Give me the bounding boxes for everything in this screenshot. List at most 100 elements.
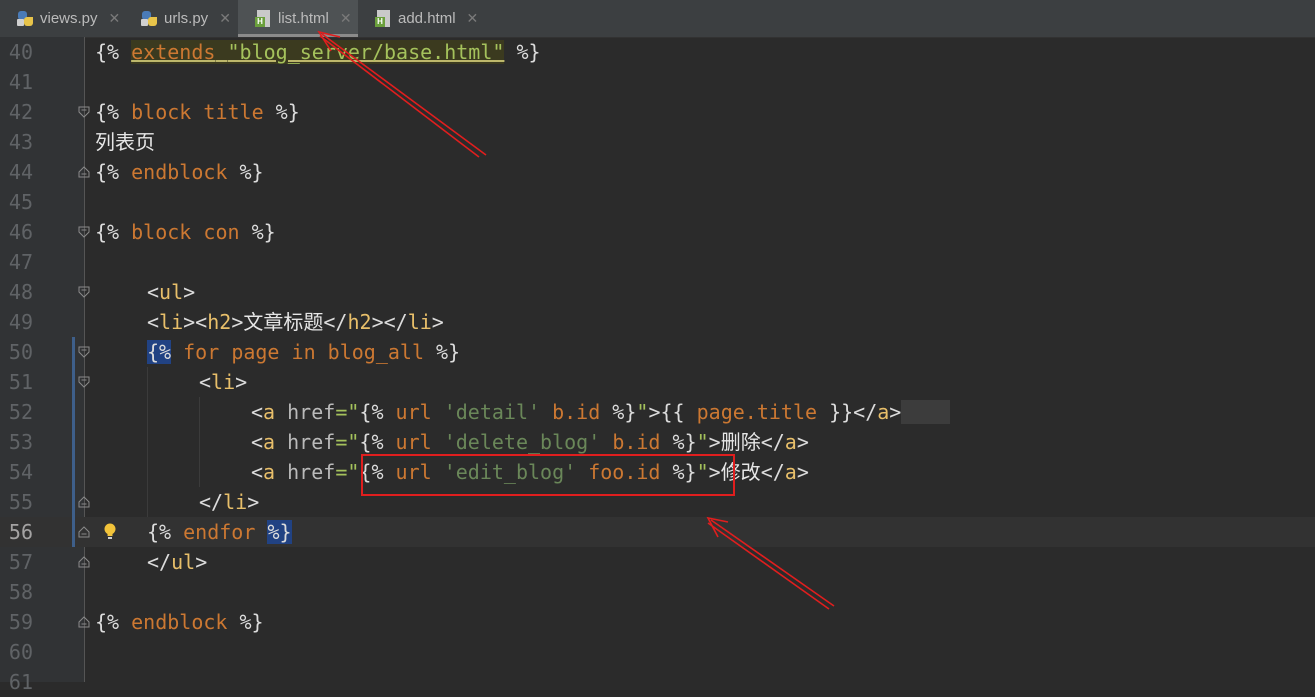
code-text[interactable]: {% block title %} <box>95 97 300 127</box>
code-token: {% <box>95 100 120 124</box>
code-token: %} <box>660 460 697 484</box>
code-text[interactable]: <a href="{% url 'detail' b.id %}">{{ pag… <box>251 397 950 427</box>
code-text[interactable]: <ul> <box>147 277 195 307</box>
fold-toggle-icon[interactable] <box>78 526 90 538</box>
line-number: 43 <box>8 130 33 154</box>
code-line[interactable]: 45 <box>0 187 1315 217</box>
code-token: li <box>223 490 248 514</box>
fold-toggle-icon[interactable] <box>78 616 90 628</box>
fold-toggle-icon[interactable] <box>78 286 90 298</box>
code-token: > <box>431 310 444 334</box>
fold-toggle-icon[interactable] <box>78 346 90 358</box>
code-token: {% <box>147 340 172 364</box>
intention-bulb-icon[interactable] <box>103 522 117 542</box>
tab-label: views.py <box>40 10 98 27</box>
tab-views-py[interactable]: views.py ✕ <box>0 0 124 37</box>
code-token: url <box>395 430 432 454</box>
close-icon[interactable]: ✕ <box>219 10 231 27</box>
fold-toggle-icon[interactable] <box>78 556 90 568</box>
code-text[interactable]: <a href="{% url 'delete_blog' b.id %}">删… <box>251 427 809 457</box>
code-line[interactable]: 55 </li> <box>0 487 1315 517</box>
html-file-icon: H <box>375 10 392 27</box>
code-token: h2 <box>207 310 232 334</box>
code-text[interactable]: {% endblock %} <box>95 607 264 637</box>
code-line[interactable]: 60 <box>0 637 1315 667</box>
code-token: < <box>147 310 160 334</box>
code-line[interactable]: 59 {% endblock %} <box>0 607 1315 637</box>
code-text[interactable]: <li><h2>文章标题</h2></li> <box>147 307 444 337</box>
code-line[interactable]: 51 <li> <box>0 367 1315 397</box>
code-token: < <box>251 460 264 484</box>
code-token: %} <box>424 340 461 364</box>
code-line[interactable]: 47 <box>0 247 1315 277</box>
fold-toggle-icon[interactable] <box>78 166 90 178</box>
tab-urls-py[interactable]: urls.py ✕ <box>124 0 238 37</box>
code-token: </ <box>147 550 172 574</box>
code-token: =" <box>335 430 360 454</box>
code-line[interactable]: 44 {% endblock %} <box>0 157 1315 187</box>
tab-list-html[interactable]: H list.html ✕ <box>238 0 358 37</box>
code-line[interactable]: 58 <box>0 577 1315 607</box>
close-icon[interactable]: ✕ <box>109 10 121 27</box>
tab-label: add.html <box>398 10 456 27</box>
code-line[interactable]: 41 <box>0 67 1315 97</box>
code-line[interactable]: 43 列表页 <box>0 127 1315 157</box>
code-line[interactable]: 49 <li><h2>文章标题</h2></li> <box>0 307 1315 337</box>
code-token: =" <box>335 400 360 424</box>
code-text[interactable]: </li> <box>199 487 259 517</box>
code-token: url <box>395 460 432 484</box>
code-editor[interactable]: 40 {% extends "blog_server/base.html" %} 4… <box>0 37 1315 694</box>
code-line[interactable]: 56 {% endfor %} <box>0 517 1315 547</box>
line-number: 55 <box>8 490 33 514</box>
code-token: %} <box>263 100 300 124</box>
code-line[interactable]: 50 {% for page in blog_all %} <box>0 337 1315 367</box>
code-token: </ <box>760 460 785 484</box>
code-token: 修改 <box>720 460 761 484</box>
code-text[interactable]: {% for page in blog_all %} <box>147 337 460 367</box>
code-line[interactable]: 57 </ul> <box>0 547 1315 577</box>
close-icon[interactable]: ✕ <box>340 10 352 27</box>
close-icon[interactable]: ✕ <box>467 10 479 27</box>
code-text[interactable]: <li> <box>199 367 247 397</box>
code-token: > <box>247 490 260 514</box>
code-token: %} <box>504 40 541 64</box>
code-token: > <box>889 400 902 424</box>
code-text[interactable]: </ul> <box>147 547 207 577</box>
code-text[interactable]: {% endblock %} <box>95 157 264 187</box>
line-number: 54 <box>8 460 33 484</box>
code-text[interactable]: 列表页 <box>95 127 155 157</box>
code-line[interactable]: 52 <a href="{% url 'detail' b.id %}">{{ p… <box>0 397 1315 427</box>
code-text[interactable]: {% endfor %} <box>147 517 292 547</box>
code-line[interactable]: 53 <a href="{% url 'delete_blog' b.id %}"… <box>0 427 1315 457</box>
line-number: 56 <box>8 520 33 544</box>
code-token: blog_all <box>327 340 424 364</box>
code-token: 列表页 <box>95 130 155 154</box>
code-line[interactable]: 40 {% extends "blog_server/base.html" %} <box>0 37 1315 67</box>
code-text[interactable]: {% extends "blog_server/base.html" %} <box>95 37 541 67</box>
code-token: " <box>696 460 709 484</box>
code-text[interactable]: <a href="{% url 'edit_blog' foo.id %}">修… <box>251 457 809 487</box>
vcs-change-marker[interactable] <box>72 337 75 547</box>
fold-toggle-icon[interactable] <box>78 376 90 388</box>
code-text[interactable]: {% block con %} <box>95 217 276 247</box>
tab-add-html[interactable]: H add.html ✕ <box>358 0 483 37</box>
code-token: extends <box>131 40 216 64</box>
code-line[interactable]: 42 {% block title %} <box>0 97 1315 127</box>
code-token: </ <box>323 310 348 334</box>
code-line[interactable]: 54 <a href="{% url 'edit_blog' foo.id %}"… <box>0 457 1315 487</box>
line-number: 51 <box>8 370 33 394</box>
code-token: li <box>159 310 184 334</box>
code-token: ul <box>171 550 196 574</box>
fold-toggle-icon[interactable] <box>78 226 90 238</box>
code-line[interactable]: 46 {% block con %} <box>0 217 1315 247</box>
code-line[interactable]: 61 <box>0 667 1315 697</box>
line-number: 48 <box>8 280 33 304</box>
fold-toggle-icon[interactable] <box>78 496 90 508</box>
code-line[interactable]: 48 <ul> <box>0 277 1315 307</box>
fold-toggle-icon[interactable] <box>78 106 90 118</box>
